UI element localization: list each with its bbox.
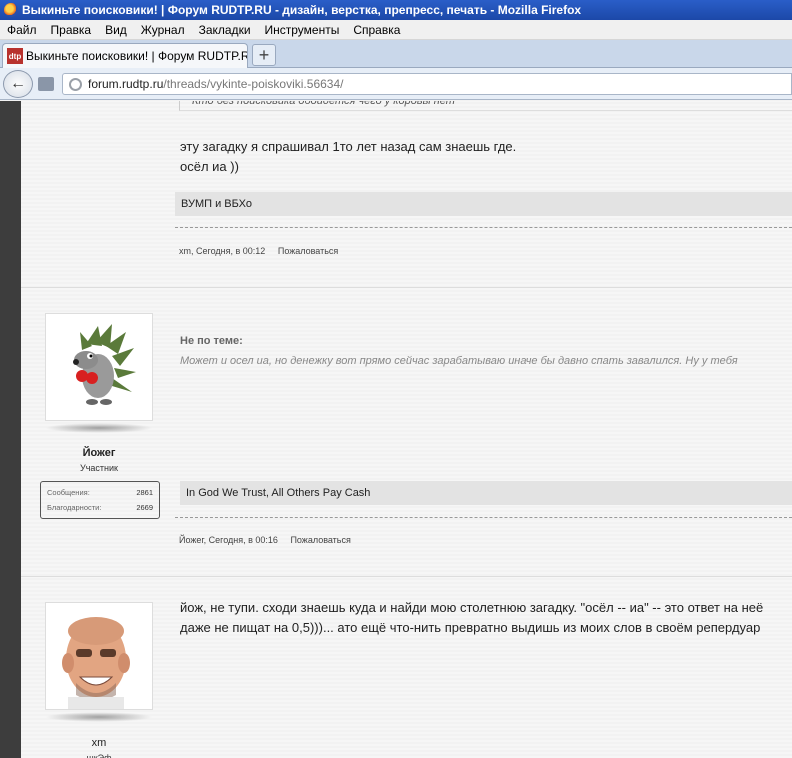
avatar[interactable]: [45, 602, 153, 710]
quote-block: Кто без поисковика обойдется чего у коро…: [179, 101, 792, 111]
signature-box: In God We Trust, All Others Pay Cash: [180, 481, 792, 505]
avatar[interactable]: [45, 313, 153, 421]
stat-row: Благодарности: 2669: [47, 500, 153, 515]
post-text-line: йож, не тупи. сходи знаешь куда и найди …: [180, 600, 764, 615]
tab-label: Выкиньте поисковики! | Форум RUDTP.RU...: [26, 49, 248, 63]
url-host: forum.rudtp.ru: [88, 77, 164, 91]
offtopic-label: Не по теме:: [180, 335, 243, 347]
post-divider: [175, 517, 792, 518]
post-author-link[interactable]: Йожег, Сегодня, в 00:16: [179, 535, 278, 545]
menu-bookmarks[interactable]: Закладки: [192, 23, 258, 37]
thread-content: Кто без поисковика обойдется чего у коро…: [21, 101, 792, 758]
post-text-line: эту загадку я спрашивал 1то лет назад са…: [180, 139, 517, 154]
navigation-bar: ← forum.rudtp.ru /threads/vykinte-poisko…: [0, 68, 792, 100]
post-separator: [21, 576, 792, 577]
menu-history[interactable]: Журнал: [134, 23, 192, 37]
firefox-logo-icon: [4, 3, 18, 17]
menu-bar: Файл Правка Вид Журнал Закладки Инструме…: [0, 20, 792, 40]
post-text-line: осёл иа )): [180, 159, 239, 174]
stat-label: Благодарности:: [47, 503, 102, 512]
user-photo-avatar: [62, 617, 130, 709]
report-link[interactable]: Пожаловаться: [290, 535, 350, 545]
stat-value: 2861: [136, 488, 153, 497]
stat-row: Сообщения: 2861: [47, 485, 153, 500]
username-link[interactable]: xm: [45, 737, 153, 749]
user-role: Участник: [80, 463, 118, 473]
url-bar[interactable]: forum.rudtp.ru /threads/vykinte-poiskovi…: [62, 73, 792, 95]
menu-file[interactable]: Файл: [0, 23, 44, 37]
post-text-line: даже не пищат на 0,5)))... ато ещё что-н…: [180, 620, 761, 635]
menu-help[interactable]: Справка: [346, 23, 407, 37]
stat-label: Сообщения:: [47, 488, 90, 497]
user-role: шкЭф: [86, 753, 112, 758]
url-path: /threads/vykinte-poiskoviki.56634/: [163, 77, 344, 91]
avatar-shadow: [45, 712, 153, 722]
history-icon[interactable]: [38, 77, 54, 91]
post-author-link[interactable]: xm, Сегодня, в 00:12: [179, 246, 265, 256]
tab-bar: dtp Выкиньте поисковики! | Форум RUDTP.R…: [0, 40, 792, 68]
menu-edit[interactable]: Правка: [44, 23, 99, 37]
window-title: Выкиньте поисковики! | Форум RUDTP.RU - …: [22, 3, 582, 17]
username-link[interactable]: Йожег: [45, 447, 153, 459]
new-tab-button[interactable]: +: [252, 44, 276, 66]
hedgehog-avatar-icon: [73, 324, 136, 405]
avatar-shadow: [45, 423, 153, 433]
user-stats: Сообщения: 2861 Благодарности: 2669: [40, 481, 160, 519]
post-divider: [175, 227, 792, 228]
globe-icon: [69, 77, 82, 91]
menu-view[interactable]: Вид: [98, 23, 134, 37]
stat-value: 2669: [136, 503, 153, 512]
signature-box: ВУМП и ВБХо: [175, 192, 792, 216]
arrow-left-icon: ←: [10, 75, 26, 92]
post-meta: Йожег, Сегодня, в 00:16 Пожаловаться: [179, 535, 361, 545]
offtopic-text: Может и осел иа, но денежку вот прямо се…: [180, 355, 738, 367]
report-link[interactable]: Пожаловаться: [278, 246, 338, 256]
post-separator: [21, 287, 792, 288]
tab-active[interactable]: dtp Выкиньте поисковики! | Форум RUDTP.R…: [2, 43, 248, 68]
page-viewport: Кто без поисковика обойдется чего у коро…: [0, 101, 792, 758]
window-titlebar: Выкиньте поисковики! | Форум RUDTP.RU - …: [0, 0, 792, 20]
back-button[interactable]: ←: [3, 70, 33, 98]
page-left-strip: [0, 101, 21, 758]
site-favicon-icon: dtp: [7, 48, 23, 64]
menu-tools[interactable]: Инструменты: [258, 23, 347, 37]
post-meta: xm, Сегодня, в 00:12 Пожаловаться: [179, 246, 348, 256]
